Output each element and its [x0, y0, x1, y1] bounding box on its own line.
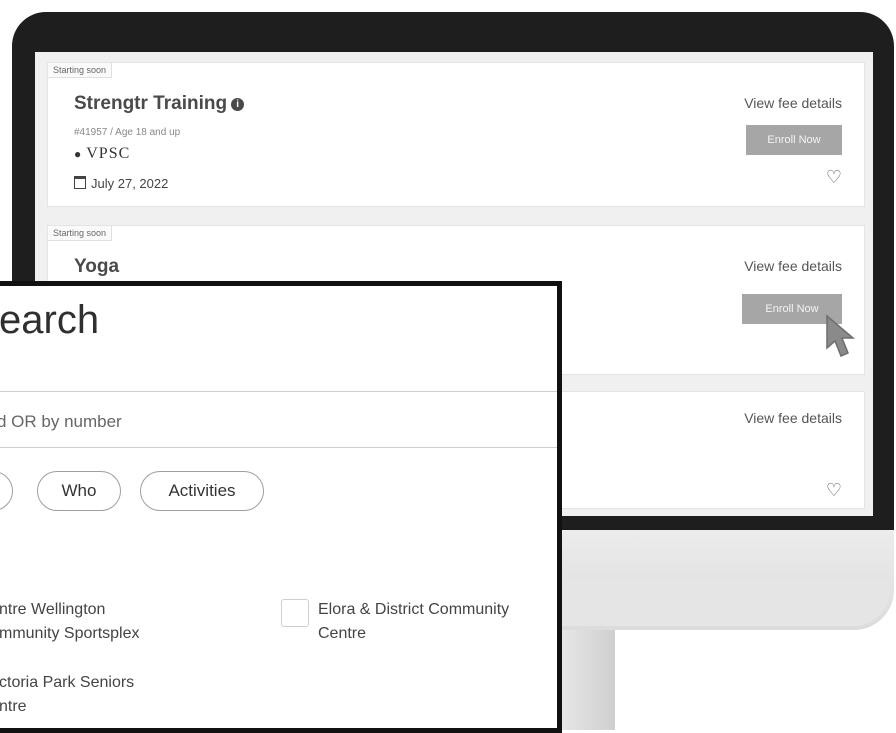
status-badge: Starting soon — [48, 63, 113, 78]
divider — [0, 447, 557, 448]
filter-chip-activities[interactable]: Activities — [140, 471, 264, 511]
location-option-label[interactable]: Elora & District Community Centre — [318, 598, 509, 646]
filter-chip-who[interactable]: Who — [37, 471, 121, 511]
status-badge: Starting soon — [48, 226, 113, 241]
activity-title[interactable]: Strengtr Training i — [74, 93, 245, 115]
calendar-icon — [74, 176, 86, 189]
search-input[interactable] — [0, 407, 519, 437]
view-fee-details-link[interactable]: View fee details — [744, 95, 842, 111]
view-fee-details-link[interactable]: View fee details — [744, 258, 842, 274]
activity-location: ● VPSC — [74, 145, 130, 163]
enroll-now-button[interactable]: Enroll Now — [746, 125, 842, 155]
location-option-label[interactable]: ntre Wellington mmunity Sportsplex — [0, 598, 140, 646]
monitor-stand — [555, 630, 615, 730]
activity-title[interactable]: Yoga — [74, 256, 119, 278]
search-title: earch — [0, 298, 100, 342]
view-fee-details-link[interactable]: View fee details — [744, 410, 842, 426]
location-text: VPSC — [86, 145, 131, 162]
location-option-label[interactable]: ctoria Park Seniors ntre — [0, 671, 134, 719]
divider — [0, 391, 557, 392]
heart-icon[interactable]: ♡ — [826, 167, 842, 188]
search-panel: earch Who Activities ntre Wellington mmu… — [0, 281, 562, 733]
info-icon[interactable]: i — [231, 98, 245, 111]
location-checkbox[interactable] — [281, 599, 309, 627]
map-pin-icon: ● — [74, 147, 83, 161]
activity-title-text[interactable]: Strengtr Training — [74, 93, 227, 114]
heart-icon[interactable]: ♡ — [826, 480, 842, 501]
activity-date: July 27, 2022 — [74, 176, 168, 191]
monitor-chin-shade — [560, 580, 890, 626]
filter-chip[interactable] — [0, 471, 13, 511]
cursor-arrow-icon — [826, 314, 856, 357]
activity-meta: #41957 / Age 18 and up — [74, 127, 181, 138]
date-text: July 27, 2022 — [91, 176, 169, 191]
activity-card: Starting soon Strengtr Training i #41957 … — [47, 62, 865, 207]
